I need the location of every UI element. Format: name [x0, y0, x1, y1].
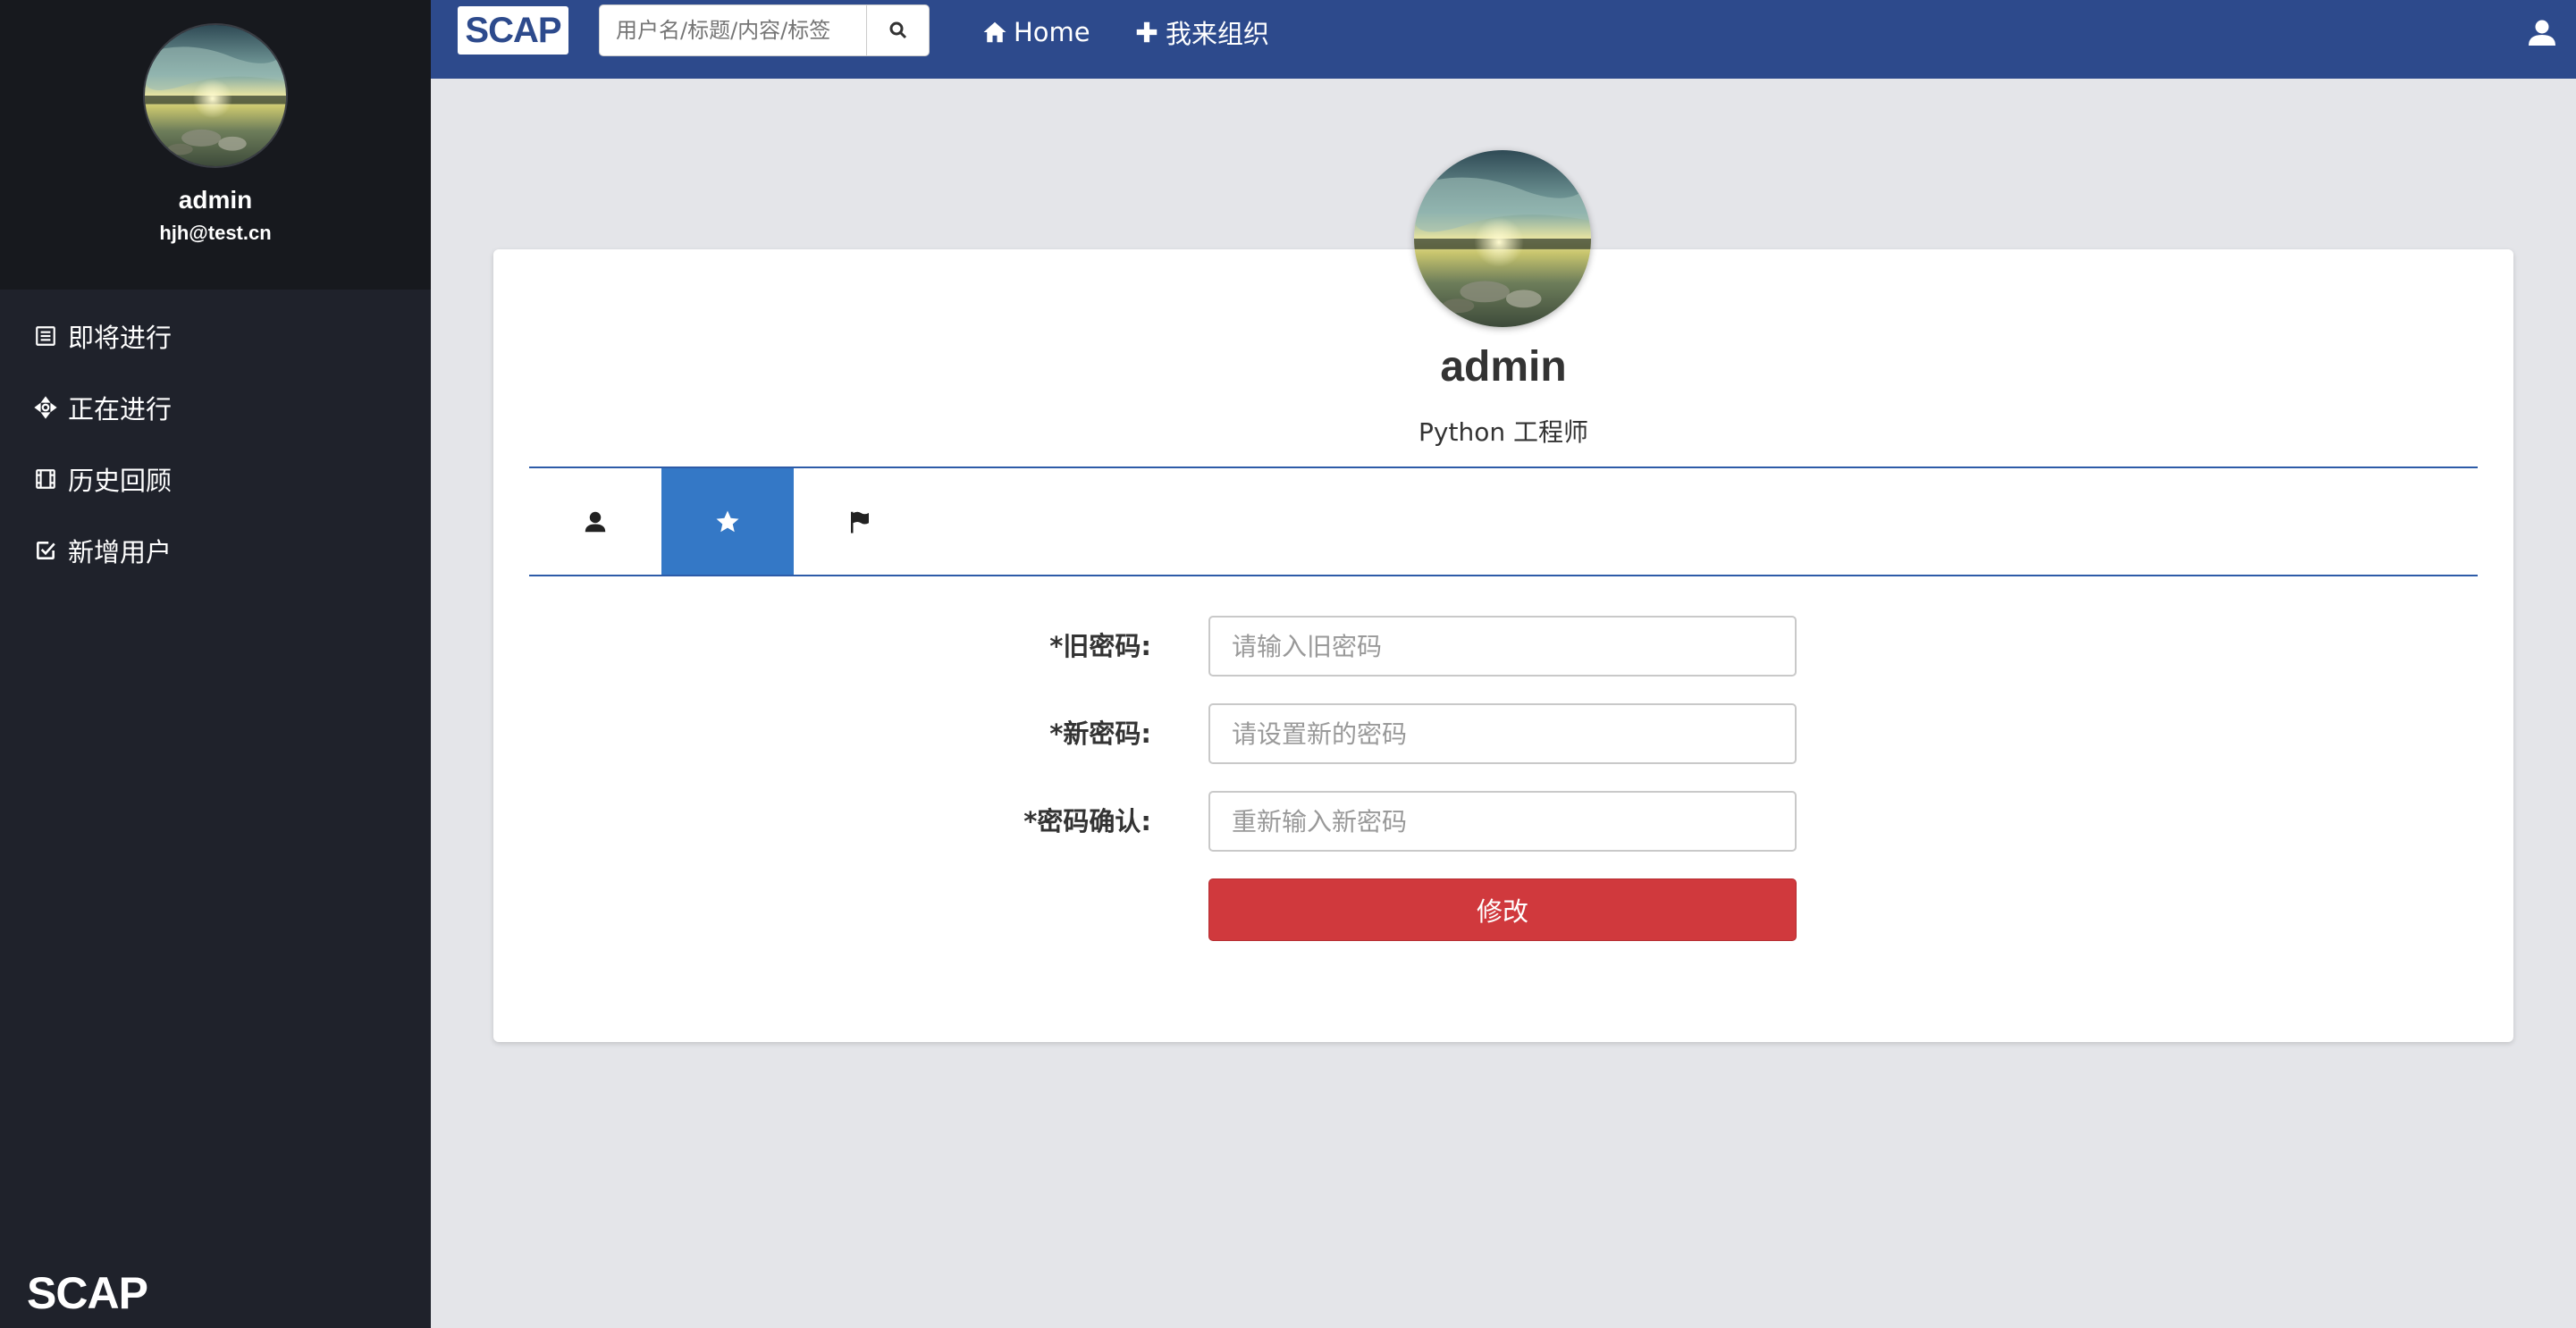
- sidebar-item-label: 正在进行: [68, 394, 173, 424]
- submit-change-button[interactable]: 修改: [1208, 878, 1797, 941]
- nav-organize-link[interactable]: 我来组织: [1133, 14, 1269, 50]
- user-icon: [585, 511, 606, 532]
- brand-logo[interactable]: SCAP: [458, 6, 568, 55]
- sidebar-profile: admin hjh@test.cn: [0, 0, 431, 290]
- search-input[interactable]: [599, 4, 867, 56]
- new-password-label: *新密码:: [1049, 719, 1151, 749]
- move-icon: [32, 394, 59, 421]
- sidebar-username: admin: [178, 186, 253, 214]
- flag-icon: [851, 511, 869, 533]
- nav-home-label: Home: [1014, 17, 1090, 47]
- search-bar: [599, 4, 930, 56]
- new-password-input[interactable]: [1208, 703, 1797, 764]
- sidebar-brand-logo: SCAP: [27, 1268, 148, 1318]
- tab-password[interactable]: [661, 468, 794, 575]
- user-menu-icon[interactable]: [2526, 16, 2558, 48]
- plus-icon: [1136, 21, 1158, 43]
- sidebar-item-label: 新增用户: [68, 537, 173, 567]
- profile-job-title: Python 工程师: [1418, 417, 1588, 447]
- new-password-row: *新密码:: [493, 703, 2513, 764]
- sidebar-item-upcoming[interactable]: 即将进行: [0, 300, 431, 372]
- profile-card: admin Python 工程师 *旧密码: *新密码: *密码确认: 修改: [493, 249, 2513, 1042]
- search-icon: [889, 21, 906, 39]
- profile-username: admin: [1440, 343, 1567, 391]
- sidebar-item-ongoing[interactable]: 正在进行: [0, 372, 431, 443]
- old-password-input[interactable]: [1208, 616, 1797, 677]
- sidebar-avatar[interactable]: [143, 23, 288, 168]
- nav-home-link[interactable]: Home: [981, 14, 1090, 50]
- old-password-row: *旧密码:: [493, 616, 2513, 677]
- search-button[interactable]: [867, 4, 930, 56]
- star-icon: [716, 510, 739, 532]
- sidebar-item-add-user[interactable]: 新增用户: [0, 515, 431, 586]
- check-square-icon: [32, 537, 59, 564]
- old-password-label: *旧密码:: [1049, 631, 1151, 661]
- film-icon: [32, 466, 59, 492]
- home-icon: [983, 21, 1006, 43]
- profile-avatar[interactable]: [1414, 150, 1591, 327]
- confirm-password-row: *密码确认:: [493, 791, 2513, 852]
- list-icon: [32, 323, 59, 349]
- sidebar-item-history[interactable]: 历史回顾: [0, 443, 431, 515]
- tab-profile[interactable]: [529, 468, 661, 575]
- profile-tabs: [529, 466, 2478, 576]
- confirm-password-label: *密码确认:: [1023, 806, 1151, 836]
- tab-activity[interactable]: [794, 468, 926, 575]
- sidebar: admin hjh@test.cn 即将进行 正在进行 历史回顾 新增用户 SC…: [0, 0, 431, 1328]
- top-navbar: SCAP Home 我来组织: [431, 0, 2576, 79]
- sidebar-item-label: 即将进行: [68, 323, 173, 353]
- sidebar-nav: 即将进行 正在进行 历史回顾 新增用户: [0, 290, 431, 586]
- sidebar-item-label: 历史回顾: [68, 466, 173, 496]
- confirm-password-input[interactable]: [1208, 791, 1797, 852]
- nav-organize-label: 我来组织: [1166, 19, 1270, 49]
- sidebar-email: hjh@test.cn: [159, 222, 272, 244]
